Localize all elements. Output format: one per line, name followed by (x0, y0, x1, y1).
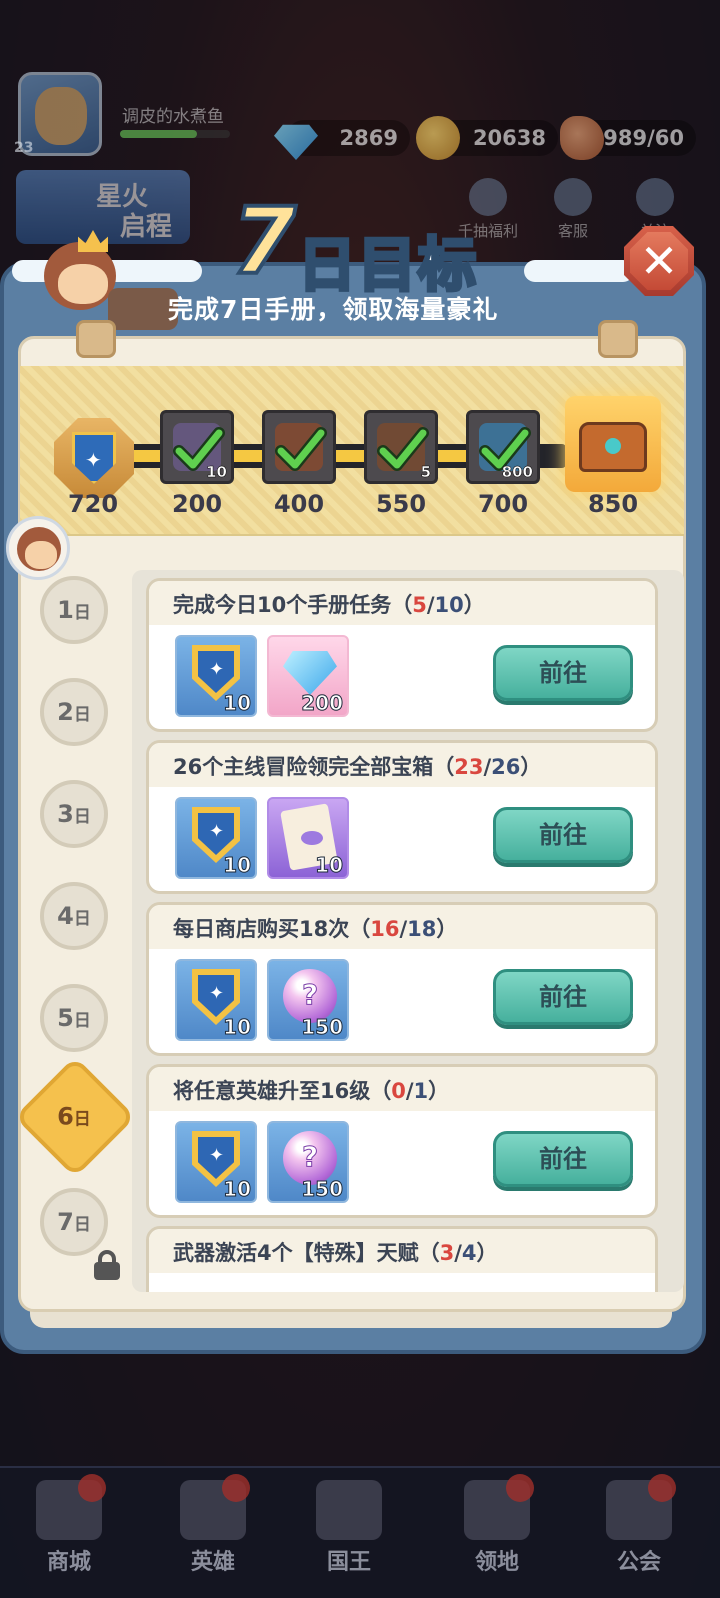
reward-qty: 200 (301, 691, 344, 716)
day-tab-4[interactable]: 4日 (40, 882, 108, 950)
reward-qty: 10 (223, 1015, 252, 1040)
page-subtitle: 完成7日手册，领取海量豪礼 (168, 295, 499, 324)
task-list[interactable]: 完成今日10个手册任务（5/10） ✦ 10 200 前往 26个主线冒险领完全部宝箱（2… (132, 570, 684, 1292)
milestone-points-icon: ✦ (54, 418, 134, 498)
paper-shadow (30, 1310, 672, 1328)
reward-qty: 10 (223, 1177, 252, 1202)
go-button[interactable]: 前往 (493, 969, 633, 1025)
nav-tab-label: 公会 (616, 1550, 661, 1575)
shield-token-icon[interactable]: ✦ 10 (175, 959, 257, 1041)
day-label: 1日 (57, 596, 91, 624)
reward-qty: 150 (301, 1177, 344, 1202)
notification-dot (78, 1474, 106, 1502)
player-name: 调皮的水煮鱼 (122, 107, 224, 127)
go-button[interactable]: 前往 (493, 807, 633, 863)
task-card: 武器激活4个【特殊】天赋（3/4） (146, 1226, 658, 1292)
service-button: 客服 (554, 178, 592, 241)
nav-tab-label: 英雄 (190, 1550, 235, 1575)
scroll-icon[interactable]: 10 (267, 797, 349, 879)
day-label: 2日 (57, 698, 91, 726)
player-xp-bar (120, 130, 230, 138)
crown-icon (316, 1480, 382, 1540)
task-card: 将任意英雄升至16级（0/1） ✦ 10? 150 前往 (146, 1064, 658, 1218)
day-tab-7[interactable]: 7日 (40, 1188, 108, 1256)
nav-tab-1: 英雄 (158, 1474, 268, 1576)
task-title: 26个主线冒险领完全部宝箱（23/26） (173, 755, 542, 779)
close-button[interactable]: ✕ (624, 226, 694, 296)
milestone-label: 200 (171, 490, 223, 518)
milestone-reward-cookie-icon[interactable] (262, 410, 336, 484)
nav-tab-0: 商城 (14, 1474, 124, 1576)
check-icon (275, 427, 327, 471)
binder-pin-left (76, 320, 116, 358)
coin-icon (416, 116, 460, 160)
nav-tab-label: 商城 (46, 1550, 91, 1575)
milestone-reward-hammer-icon[interactable]: 5 (364, 410, 438, 484)
nav-tab-2: 国王 (294, 1480, 404, 1576)
reward-qty: 10 (223, 691, 252, 716)
day-tab-1[interactable]: 1日 (40, 576, 108, 644)
task-title: 每日商店购买18次（16/18） (173, 917, 458, 941)
milestone-chest-icon[interactable] (565, 396, 661, 492)
diamond-icon[interactable]: 200 (267, 635, 349, 717)
nav-tab-label: 国王 (326, 1550, 371, 1575)
day-label: 4日 (57, 902, 91, 930)
day-tab-5[interactable]: 5日 (40, 984, 108, 1052)
coin-counter: 20638 (416, 116, 558, 160)
milestone-qty: 10 (206, 463, 227, 482)
gem-counter: 2869 (274, 120, 410, 160)
headset-icon (554, 178, 592, 216)
player-level: 23 (14, 140, 34, 156)
shield-token-icon[interactable]: ✦ 10 (175, 635, 257, 717)
task-title: 将任意英雄升至16级（0/1） (173, 1079, 450, 1103)
binder-pin-right (598, 320, 638, 358)
shield-token-icon[interactable]: ✦ 10 (175, 1121, 257, 1203)
reward-qty: 150 (301, 1015, 344, 1040)
task-title: 完成今日10个手册任务（5/10） (173, 593, 485, 617)
nav-tab-3: 领地 (442, 1474, 552, 1576)
milestone-label: 850 (587, 490, 639, 518)
milestone-reward-book-icon[interactable]: 10 (160, 410, 234, 484)
day-tab-3[interactable]: 3日 (40, 780, 108, 848)
notification-dot (648, 1474, 676, 1502)
task-card: 完成今日10个手册任务（5/10） ✦ 10 200 前往 (146, 578, 658, 732)
milestone-label: 400 (273, 490, 325, 518)
nav-tab-4: 公会 (584, 1474, 694, 1576)
title-number: 7 (230, 186, 298, 297)
go-button[interactable]: 前往 (493, 645, 633, 701)
nav-tab-label: 领地 (474, 1550, 519, 1575)
close-icon: ✕ (639, 234, 679, 288)
day-label: 6日 (57, 1102, 91, 1131)
milestone-reward-gem-icon[interactable]: 800 (466, 410, 540, 484)
task-card: 每日商店购买18次（16/18） ✦ 10? 150 前往 (146, 902, 658, 1056)
milestone-label: 700 (477, 490, 529, 518)
meat-icon (560, 116, 604, 160)
milestone-current-points: 720 (67, 490, 119, 518)
stamina-counter: 989/60 (560, 116, 696, 160)
task-title: 武器激活4个【特殊】天赋（3/4） (173, 1241, 498, 1265)
day-label: 7日 (57, 1208, 91, 1236)
shield-token-icon[interactable]: ✦ 10 (175, 797, 257, 879)
lock-icon (92, 1250, 122, 1280)
day-label: 5日 (57, 1004, 91, 1032)
day-avatar (6, 516, 70, 580)
notification-dot (222, 1474, 250, 1502)
reward-qty: 10 (315, 853, 344, 878)
notification-dot (506, 1474, 534, 1502)
milestone-qty: 800 (501, 463, 533, 482)
mystery-orb-icon[interactable]: ? 150 (267, 1121, 349, 1203)
star-icon (636, 178, 674, 216)
mystery-orb-icon[interactable]: ? 150 (267, 959, 349, 1041)
milestone-label: 550 (375, 490, 427, 518)
gift-icon (469, 178, 507, 216)
reward-qty: 10 (223, 853, 252, 878)
milestone-qty: 5 (420, 463, 431, 482)
day-tab-2[interactable]: 2日 (40, 678, 108, 746)
day-label: 3日 (57, 800, 91, 828)
task-card: 26个主线冒险领完全部宝箱（23/26） ✦ 10 10 前往 (146, 740, 658, 894)
go-button[interactable]: 前往 (493, 1131, 633, 1187)
